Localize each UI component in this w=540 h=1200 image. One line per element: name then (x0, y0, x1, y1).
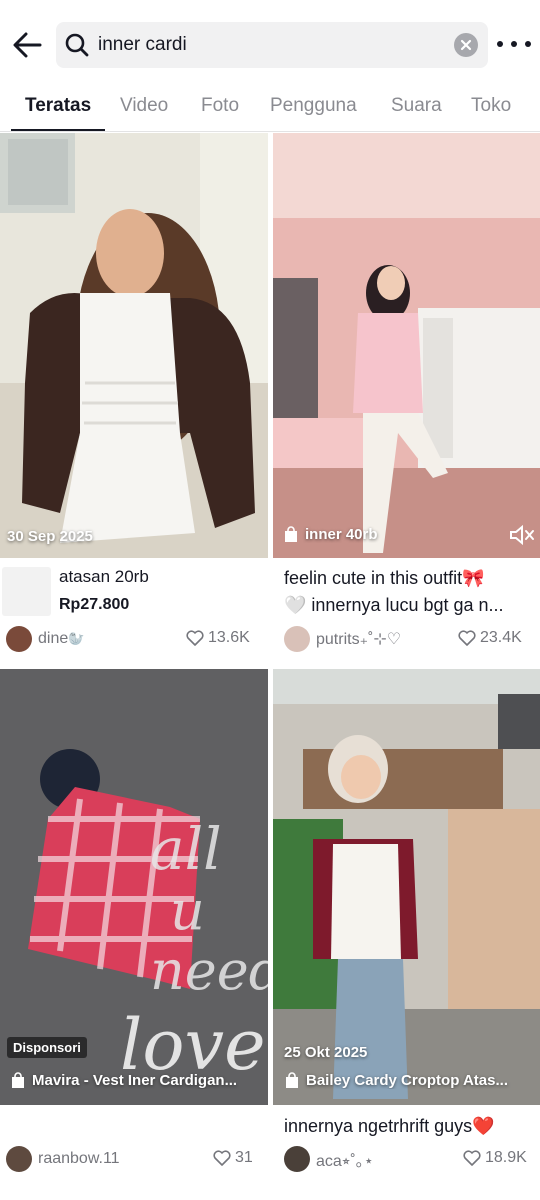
video-thumbnail[interactable]: 30 Sep 2025 (0, 133, 268, 558)
thumbnail-image (273, 669, 540, 1105)
result-tabs: Teratas Video Foto Pengguna Suara Toko (0, 88, 540, 132)
heart-icon (458, 630, 476, 646)
tab-suara[interactable]: Suara (391, 88, 442, 132)
search-header: inner cardi (0, 0, 540, 88)
avatar[interactable] (6, 1146, 32, 1172)
product-link-overlay[interactable]: Mavira - Vest Iner Cardigan... (10, 1072, 262, 1089)
tab-foto[interactable]: Foto (201, 88, 239, 132)
dot-icon (497, 41, 503, 47)
close-icon (460, 39, 472, 51)
username[interactable]: aca⭒˚｡⋆ (316, 1147, 374, 1171)
svg-text:need: need (150, 939, 268, 1002)
tab-video[interactable]: Video (120, 88, 168, 132)
username[interactable]: raanbow.11 (38, 1150, 120, 1168)
thumbnail-image (273, 133, 540, 558)
sponsored-badge: Disponsori (7, 1037, 87, 1058)
product-price: Rp27.800 (59, 596, 130, 613)
product-link-overlay[interactable]: Bailey Cardy Croptop Atas... (284, 1072, 534, 1089)
post-caption-line-1[interactable]: innernya ngetrhrift guys❤️ (284, 1113, 536, 1139)
svg-text:u: u (170, 879, 205, 942)
shopping-bag-icon (285, 526, 297, 542)
avatar[interactable] (284, 626, 310, 652)
author[interactable]: dine 🦭 (6, 626, 84, 652)
dot-icon (511, 41, 517, 47)
product-link-overlay[interactable]: inner 40rb (283, 526, 493, 543)
mute-button[interactable] (508, 523, 536, 549)
username[interactable]: putrits₊˚⊹♡ (316, 629, 401, 649)
heart-icon (463, 1150, 481, 1166)
back-button[interactable] (8, 26, 46, 64)
dot-icon (525, 41, 531, 47)
author[interactable]: raanbow.11 (6, 1146, 120, 1172)
shopping-bag-icon (286, 1072, 298, 1088)
tab-teratas[interactable]: Teratas (10, 88, 106, 132)
search-input[interactable]: inner cardi (98, 34, 187, 56)
video-thumbnail[interactable]: all u need love Disponsori Mavira - Vest… (0, 669, 268, 1105)
like-count: 23.4K (458, 629, 522, 647)
heart-icon (213, 1150, 231, 1166)
search-bar[interactable]: inner cardi (56, 22, 488, 68)
like-count: 13.6K (186, 629, 250, 647)
tabs-divider (0, 131, 540, 132)
tab-pengguna[interactable]: Pengguna (270, 88, 357, 132)
result-card[interactable]: inner 40rb feelin cute in this outfit🎀 🤍… (273, 133, 540, 663)
post-date-overlay: 25 Okt 2025 (284, 1044, 368, 1061)
author[interactable]: putrits₊˚⊹♡ (284, 626, 401, 652)
username[interactable]: dine (38, 630, 68, 648)
like-count: 31 (213, 1149, 253, 1167)
clear-search-button[interactable] (454, 33, 478, 57)
video-thumbnail[interactable]: 25 Okt 2025 Bailey Cardy Croptop Atas... (273, 669, 540, 1105)
post-caption-line-1[interactable]: feelin cute in this outfit🎀 (284, 565, 536, 591)
avatar[interactable] (284, 1146, 310, 1172)
svg-text:all: all (150, 815, 222, 883)
video-thumbnail[interactable]: inner 40rb (273, 133, 540, 558)
more-options-button[interactable] (497, 32, 531, 56)
result-card[interactable]: 30 Sep 2025 atasan 20rb Rp27.800 dine 🦭 … (0, 133, 268, 663)
like-count: 18.9K (463, 1149, 527, 1167)
author[interactable]: aca⭒˚｡⋆ (284, 1146, 374, 1172)
username-emoji: 🦭 (68, 631, 85, 646)
tab-toko[interactable]: Toko (471, 88, 511, 132)
result-card[interactable]: all u need love Disponsori Mavira - Vest… (0, 669, 268, 1200)
post-caption-line-2[interactable]: 🤍 innernya lucu bgt ga n... (284, 592, 536, 618)
search-icon (65, 33, 89, 57)
post-date-overlay: 30 Sep 2025 (7, 528, 93, 545)
result-card[interactable]: 25 Okt 2025 Bailey Cardy Croptop Atas...… (273, 669, 540, 1200)
heart-icon (186, 630, 204, 646)
product-title[interactable]: atasan 20rb (59, 564, 259, 590)
thumbnail-image (0, 133, 268, 558)
arrow-left-icon (13, 32, 42, 58)
speaker-muted-icon (510, 524, 534, 546)
product-thumbnail[interactable] (2, 567, 51, 616)
shopping-bag-icon (12, 1072, 24, 1088)
avatar[interactable] (6, 626, 32, 652)
